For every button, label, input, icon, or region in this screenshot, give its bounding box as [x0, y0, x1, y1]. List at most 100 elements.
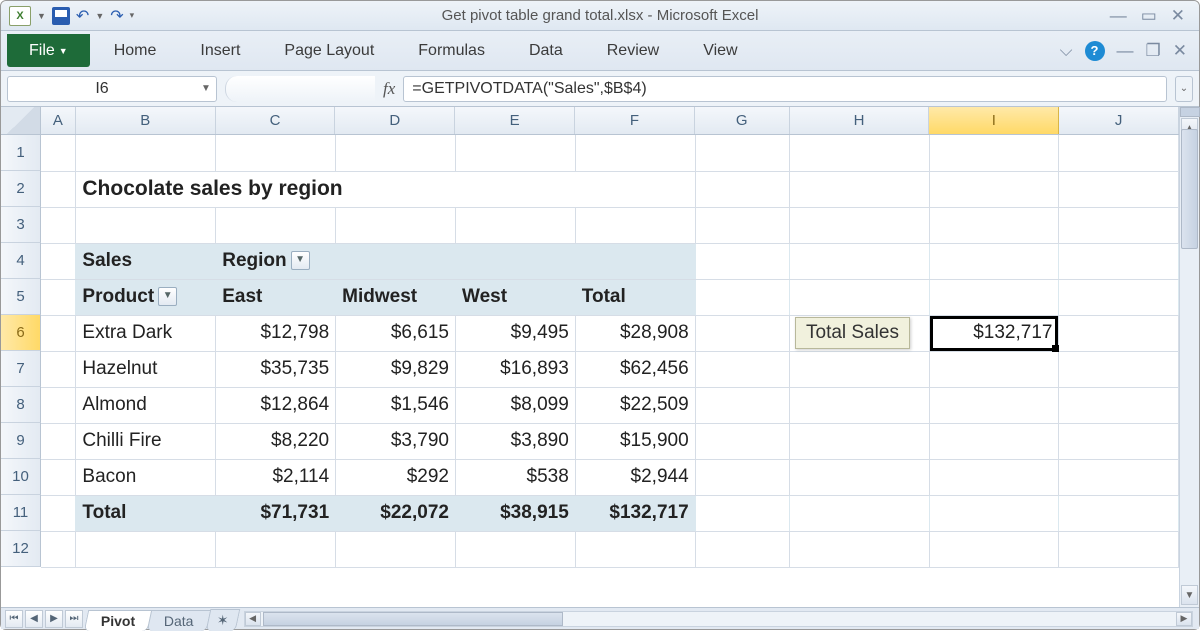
col-header-f[interactable]: F — [575, 107, 695, 134]
quick-access-toolbar: X ▼ ↶ ▼ ↷ ▾ — [1, 6, 142, 26]
row-1 — [41, 135, 1179, 171]
file-dropdown-icon: ▼ — [59, 46, 68, 56]
row-7: Hazelnut $35,735 $9,829 $16,893 $62,456 — [41, 351, 1179, 387]
redo-icon[interactable]: ↷ — [110, 6, 123, 26]
row-5: Product▼ East Midwest West Total — [41, 279, 1179, 315]
close-icon[interactable]: ✕ — [1171, 6, 1185, 26]
col-header-e[interactable]: E — [455, 107, 575, 134]
sheet-tab-data[interactable]: Data — [147, 610, 211, 631]
sheet-nav-next-icon[interactable]: ▶ — [45, 610, 63, 628]
pivot-row-label: Extra Dark — [76, 315, 216, 351]
col-header-i[interactable]: I — [929, 107, 1059, 134]
row-10: Bacon $2,114 $292 $538 $2,944 — [41, 459, 1179, 495]
scroll-left-icon[interactable]: ◀ — [245, 612, 261, 626]
minimize-icon[interactable]: ― — [1110, 6, 1127, 26]
fx-icon[interactable]: fx — [383, 79, 395, 99]
tab-page-layout[interactable]: Page Layout — [262, 31, 396, 70]
row-11: Total $71,731 $22,072 $38,915 $132,717 — [41, 495, 1179, 531]
name-box[interactable]: I6 ▼ — [7, 76, 217, 102]
sheet-title: Chocolate sales by region — [76, 171, 695, 207]
app-menu-dropdown-icon[interactable]: ▼ — [37, 11, 46, 21]
row-header-3[interactable]: 3 — [1, 207, 41, 243]
ribbon-tabs: File▼ Home Insert Page Layout Formulas D… — [1, 31, 1199, 71]
row-8: Almond $12,864 $1,546 $8,099 $22,509 — [41, 387, 1179, 423]
titlebar: X ▼ ↶ ▼ ↷ ▾ Get pivot table grand total.… — [1, 1, 1199, 31]
pivot-sales-label: Sales — [76, 243, 216, 279]
col-header-b[interactable]: B — [76, 107, 216, 134]
qat-customize-icon[interactable]: ▾ — [130, 10, 135, 21]
pivot-region-label: Region▼ — [216, 243, 336, 279]
row-header-9[interactable]: 9 — [1, 423, 41, 459]
vertical-scroll-thumb[interactable] — [1181, 129, 1198, 249]
workbook-restore-icon[interactable]: ❐ — [1146, 41, 1161, 61]
select-all-corner[interactable] — [1, 107, 41, 134]
row-headers: 1 2 3 4 5 6 7 8 9 10 11 12 — [1, 135, 41, 567]
col-header-h[interactable]: H — [790, 107, 930, 134]
help-icon[interactable]: ? — [1085, 41, 1105, 61]
workbook-minimize-icon[interactable]: ― — [1117, 41, 1134, 61]
col-header-d[interactable]: D — [335, 107, 455, 134]
total-sales-callout: Total Sales — [795, 317, 910, 349]
row-header-10[interactable]: 10 — [1, 459, 41, 495]
scroll-down-icon[interactable]: ▼ — [1181, 585, 1198, 605]
row-4: Sales Region▼ — [41, 243, 1179, 279]
pivot-col-total: Total — [575, 279, 695, 315]
worksheet-grid[interactable]: A B C D E F G H I J 1 2 3 4 5 6 7 8 9 10… — [1, 107, 1179, 607]
row-header-7[interactable]: 7 — [1, 351, 41, 387]
tab-review[interactable]: Review — [585, 31, 681, 70]
formula-input[interactable]: =GETPIVOTDATA("Sales",$B$4) — [403, 76, 1167, 102]
pivot-total-label: Total — [76, 495, 216, 531]
sheet-nav-last-icon[interactable]: ⏭ — [65, 610, 83, 628]
sheet-nav-prev-icon[interactable]: ◀ — [25, 610, 43, 628]
product-filter-dropdown[interactable]: ▼ — [158, 287, 177, 306]
row-6: Extra Dark $12,798 $6,615 $9,495 $28,908… — [41, 315, 1179, 351]
undo-dropdown-icon[interactable]: ▼ — [95, 11, 104, 21]
save-icon[interactable] — [52, 7, 70, 25]
ribbon-minimize-icon[interactable]: ⌵ — [1060, 41, 1073, 61]
col-header-c[interactable]: C — [216, 107, 336, 134]
row-header-6[interactable]: 6 — [1, 315, 41, 351]
maximize-icon[interactable]: ▭ — [1141, 6, 1157, 26]
name-box-dropdown-icon[interactable]: ▼ — [196, 83, 216, 94]
col-header-a[interactable]: A — [41, 107, 76, 134]
tab-view[interactable]: View — [681, 31, 759, 70]
row-2: Chocolate sales by region — [41, 171, 1179, 207]
horizontal-scroll-thumb[interactable] — [263, 612, 563, 626]
row-header-5[interactable]: 5 — [1, 279, 41, 315]
formula-text: =GETPIVOTDATA("Sales",$B$4) — [412, 80, 646, 98]
sheet-tab-bar: ⏮ ◀ ▶ ⏭ Pivot Data ✶ ◀ ▶ — [1, 607, 1199, 629]
sheet-tab-pivot[interactable]: Pivot — [84, 610, 153, 631]
row-header-8[interactable]: 8 — [1, 387, 41, 423]
new-sheet-button[interactable]: ✶ — [205, 609, 239, 631]
col-header-g[interactable]: G — [695, 107, 790, 134]
tab-data[interactable]: Data — [507, 31, 585, 70]
file-tab[interactable]: File▼ — [7, 34, 90, 67]
window-controls: ― ▭ ✕ — [1096, 6, 1199, 26]
tab-home[interactable]: Home — [92, 31, 179, 70]
row-header-11[interactable]: 11 — [1, 495, 41, 531]
scroll-right-icon[interactable]: ▶ — [1176, 612, 1192, 626]
tab-insert[interactable]: Insert — [178, 31, 262, 70]
formula-bar-expand-icon[interactable]: ⌄ — [1175, 76, 1193, 102]
row-12 — [41, 531, 1179, 567]
formula-bar: I6 ▼ fx =GETPIVOTDATA("Sales",$B$4) ⌄ — [1, 71, 1199, 107]
window-title: Get pivot table grand total.xlsx - Micro… — [442, 7, 759, 24]
vertical-split-handle[interactable] — [1180, 107, 1200, 117]
row-header-12[interactable]: 12 — [1, 531, 41, 567]
excel-icon[interactable]: X — [9, 6, 31, 26]
tab-formulas[interactable]: Formulas — [396, 31, 507, 70]
pivot-col-west: West — [455, 279, 575, 315]
region-filter-dropdown[interactable]: ▼ — [291, 251, 310, 270]
undo-icon[interactable]: ↶ — [76, 6, 89, 26]
pivot-col-midwest: Midwest — [336, 279, 456, 315]
formula-result-cell[interactable]: $132,717 — [929, 315, 1059, 351]
workbook-close-icon[interactable]: ✕ — [1173, 41, 1187, 61]
row-header-1[interactable]: 1 — [1, 135, 41, 171]
col-header-j[interactable]: J — [1059, 107, 1179, 134]
row-header-2[interactable]: 2 — [1, 171, 41, 207]
sheet-nav-first-icon[interactable]: ⏮ — [5, 610, 23, 628]
vertical-scrollbar[interactable]: ▲ ▼ — [1179, 107, 1199, 607]
row-header-4[interactable]: 4 — [1, 243, 41, 279]
new-sheet-icon: ✶ — [217, 612, 229, 629]
horizontal-scrollbar[interactable]: ◀ ▶ — [244, 611, 1193, 627]
